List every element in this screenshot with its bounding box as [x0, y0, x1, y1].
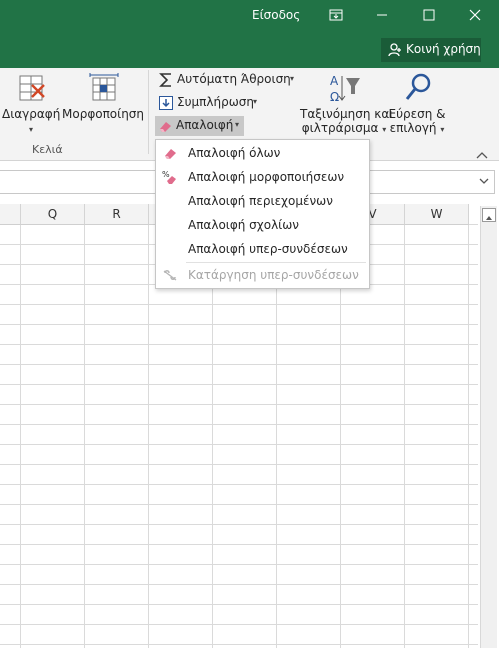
- chevron-down-icon: ▾: [290, 74, 295, 83]
- column-header-q[interactable]: Q: [21, 204, 85, 225]
- clear-formats-icon: %: [162, 170, 176, 184]
- share-button[interactable]: Κοινή χρήση: [381, 38, 481, 62]
- sigma-icon: [159, 73, 171, 87]
- chevron-down-icon: ▾: [382, 125, 387, 134]
- column-header-w[interactable]: W: [405, 204, 469, 225]
- sort-label-line2-wrap: φιλτράρισμα ▾: [300, 121, 388, 135]
- title-bar: Είσοδος Κοινή χρήση: [0, 0, 499, 68]
- chevron-up-icon: [476, 152, 488, 159]
- menu-item-label: Απαλοιφή περιεχομένων: [188, 194, 333, 208]
- delete-label: Διαγραφή: [2, 107, 61, 121]
- format-button[interactable]: Μορφοποίηση: [62, 72, 144, 142]
- ribbon-display-options-button[interactable]: [324, 6, 348, 26]
- menu-item-clear-comments[interactable]: Απαλοιφή σχολίων: [156, 213, 369, 237]
- menu-item-label: Κατάργηση υπερ-συνδέσεων: [188, 268, 359, 282]
- fill-button[interactable]: Συμπλήρωση ▾: [156, 93, 260, 113]
- chevron-down-icon: ▾: [235, 120, 240, 129]
- vertical-scrollbar[interactable]: [480, 206, 497, 648]
- ribbon-display-icon: [329, 9, 343, 21]
- svg-text:%: %: [162, 170, 170, 179]
- share-label: Κοινή χρήση: [406, 42, 481, 56]
- maximize-icon: [423, 9, 435, 21]
- clear-label: Απαλοιφή: [176, 118, 234, 132]
- menu-item-label: Απαλοιφή όλων: [188, 146, 281, 160]
- find-select-button[interactable]: Εύρεση & επιλογή ▾: [388, 72, 446, 142]
- person-add-icon: [388, 43, 401, 57]
- collapse-ribbon-button[interactable]: [476, 144, 490, 159]
- cells-group-label: Κελιά: [32, 143, 63, 156]
- chevron-down-icon: ▾: [28, 125, 33, 134]
- sort-filter-icon: A Ω: [330, 74, 360, 104]
- menu-item-label: Απαλοιφή υπερ-συνδέσεων: [188, 242, 348, 256]
- clear-menu: Απαλοιφή όλων % Απαλοιφή μορφοποιήσεων Α…: [155, 139, 370, 289]
- svg-text:Ω: Ω: [330, 90, 339, 104]
- eraser-icon: [165, 149, 176, 159]
- find-label-line1: Εύρεση &: [388, 107, 446, 121]
- sort-label-line2: φιλτράρισμα: [301, 121, 379, 135]
- column-header-partial[interactable]: [0, 204, 21, 225]
- delete-button[interactable]: Διαγραφή ▾: [2, 72, 60, 142]
- remove-hyperlinks-icon: [163, 270, 177, 281]
- chevron-down-icon: ▾: [440, 125, 445, 134]
- autosum-label: Αυτόματη Άθροιση: [177, 72, 291, 86]
- find-label-line2-wrap: επιλογή ▾: [388, 121, 446, 135]
- expand-formula-bar-icon[interactable]: [478, 174, 490, 188]
- magnifier-icon: [405, 73, 431, 100]
- menu-item-clear-contents[interactable]: Απαλοιφή περιεχομένων: [156, 189, 369, 213]
- close-icon: [469, 9, 481, 21]
- svg-text:A: A: [330, 74, 339, 88]
- menu-item-label: Απαλοιφή μορφοποιήσεων: [188, 170, 345, 184]
- maximize-button[interactable]: [417, 6, 441, 26]
- minimize-icon: [377, 14, 387, 16]
- menu-item-remove-hyperlinks: Κατάργηση υπερ-συνδέσεων: [156, 263, 369, 287]
- column-header-r[interactable]: R: [85, 204, 149, 225]
- minimize-button[interactable]: [370, 6, 394, 26]
- clear-button[interactable]: Απαλοιφή ▾: [155, 116, 244, 136]
- close-button[interactable]: [463, 6, 487, 26]
- menu-item-clear-all[interactable]: Απαλοιφή όλων: [156, 141, 369, 165]
- window-title: Είσοδος: [252, 8, 301, 22]
- sort-label-line1: Ταξινόμηση και: [300, 107, 394, 121]
- format-label: Μορφοποίηση: [62, 107, 145, 121]
- delete-cells-icon: [19, 75, 45, 101]
- format-cells-icon: [89, 73, 119, 101]
- sort-filter-button[interactable]: A Ω Ταξινόμηση και φιλτράρισμα ▾: [300, 72, 394, 142]
- menu-item-label: Απαλοιφή σχολίων: [188, 218, 299, 232]
- fill-down-icon: [159, 96, 173, 110]
- fill-label: Συμπλήρωση: [177, 95, 254, 109]
- menu-item-clear-formats[interactable]: % Απαλοιφή μορφοποιήσεων: [156, 165, 369, 189]
- scroll-up-button[interactable]: [482, 208, 496, 222]
- chevron-down-icon: ▾: [253, 97, 258, 106]
- menu-item-clear-hyperlinks[interactable]: Απαλοιφή υπερ-συνδέσεων: [156, 237, 369, 261]
- group-separator: [148, 70, 149, 154]
- chevron-up-icon: [486, 216, 492, 220]
- eraser-icon: [160, 122, 171, 132]
- find-label-line2: επιλογή: [389, 121, 437, 135]
- autosum-button[interactable]: Αυτόματη Άθροιση ▾: [156, 70, 296, 90]
